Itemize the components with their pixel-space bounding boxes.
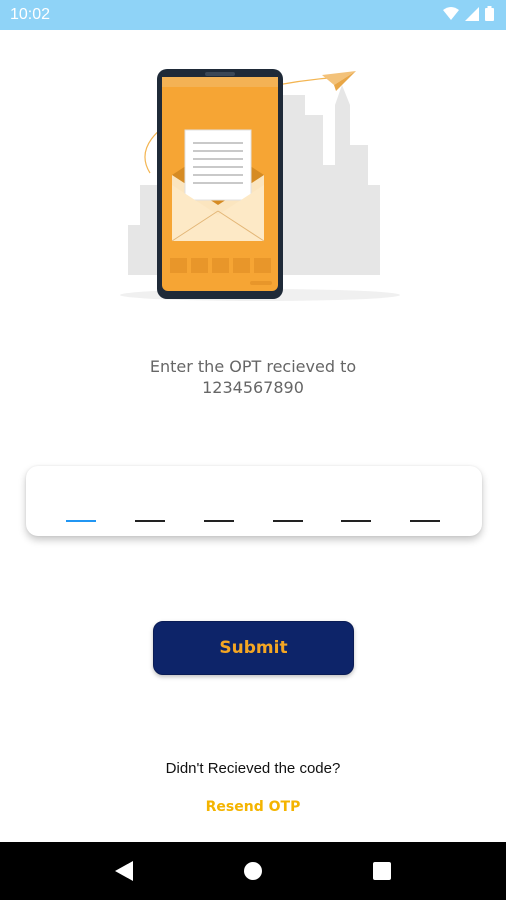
recents-icon[interactable]	[362, 851, 402, 891]
otp-prompt-line1: Enter the OPT recieved to	[149, 357, 357, 376]
submit-button[interactable]: Submit	[153, 621, 354, 675]
otp-phone-number: 1234567890	[202, 378, 304, 397]
phone-envelope-illustration	[110, 55, 400, 315]
otp-digit-4[interactable]	[273, 520, 303, 522]
otp-prompt: Enter the OPT recieved to 1234567890	[0, 356, 506, 398]
navigation-bar	[0, 842, 506, 900]
signal-icon	[465, 6, 479, 25]
otp-digit-6[interactable]	[410, 520, 440, 522]
battery-icon	[485, 5, 494, 25]
wifi-icon	[443, 6, 459, 25]
otp-digit-5[interactable]	[341, 520, 371, 522]
otp-digit-3[interactable]	[204, 520, 234, 522]
otp-input-card	[26, 466, 482, 536]
back-icon[interactable]	[104, 851, 144, 891]
status-time: 10:02	[10, 6, 51, 23]
home-icon[interactable]	[233, 851, 273, 891]
otp-digit-2[interactable]	[135, 520, 165, 522]
resend-question: Didn't Recieved the code?	[165, 760, 341, 777]
otp-digit-1[interactable]	[66, 520, 96, 522]
status-icons	[443, 5, 494, 25]
status-bar: 10:02	[0, 0, 506, 30]
resend-otp-link[interactable]: Resend OTP	[0, 799, 506, 815]
